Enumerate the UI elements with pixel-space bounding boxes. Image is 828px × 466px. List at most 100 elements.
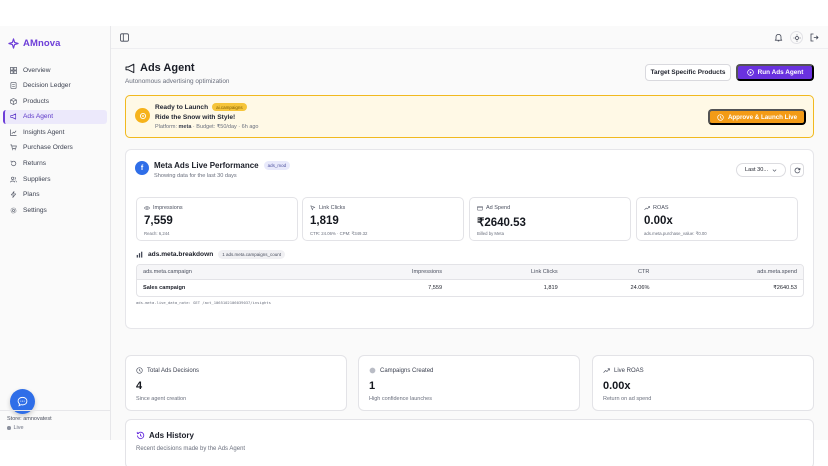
brand-logo-icon [7,37,19,49]
stat-value: 1 [369,380,376,392]
table-row[interactable]: Sales campaign 7,559 1,819 24.06% ₹2640.… [137,280,803,296]
ledger-icon [10,82,17,90]
topbar [111,26,828,49]
metric-label-text: Ad Spend [486,205,511,211]
sidebar-item-ads-agent[interactable]: Ads Agent [3,109,107,124]
metric-label: Impressions [144,205,183,211]
breakdown-count-badge: 1 ads.meta.campaigns_count [218,250,286,259]
store-label: Store: amnovatest [7,416,52,422]
table-cell: 1,819 [543,285,558,291]
sidebar-item-overview[interactable]: Overview [3,63,107,77]
target-products-button[interactable]: Target Specific Products [645,64,731,81]
sidebar-item-label: Plans [23,191,40,199]
theme-toggle-icon[interactable] [790,31,803,44]
sidebar-item-purchase-orders[interactable]: Purchase Orders [3,141,107,155]
sidebar-item-decision-ledger[interactable]: Decision Ledger [3,79,107,93]
launch-banner: Ready to Launch ai.campaigns Ride the Sn… [125,95,814,138]
stat-value: 4 [136,380,143,392]
metric-label-text: ROAS [653,205,669,211]
sidebar-item-label: Insights Agent [23,128,65,136]
sidebar-item-label: Suppliers [23,175,51,183]
breakdown-title: ads.meta.breakdown [148,251,214,258]
chat-icon [17,396,28,407]
stat-live-roas: Live ROAS 0.00x Return on ad spend [592,355,814,411]
users-icon [10,176,17,183]
campaign-table: ads.meta.campaign Impressions Link Click… [136,264,804,297]
table-cell: ₹2640.53 [773,285,797,291]
sidebar-item-products[interactable]: Products [3,94,107,108]
refresh-icon [794,167,800,173]
metric-subtext: Reach: 6,244 [144,231,170,236]
metric-label: ROAS [644,205,669,211]
performance-title: Meta Ads Live Performance [154,161,259,170]
bolt-icon [10,191,17,199]
metric-value: 7,559 [144,215,173,227]
launch-headline: Ride the Snow with Style! [155,114,236,121]
sidebar-item-suppliers[interactable]: Suppliers [3,172,107,186]
sidebar-item-label: Returns [23,160,47,168]
breakdown-header: ads.meta.breakdown 1 ads.meta.campaigns_… [136,250,286,259]
sidebar-item-label: Products [23,97,50,105]
metric-value: 0.00x [644,215,673,227]
bar-chart-icon [136,251,143,258]
eye-icon [144,206,150,210]
live-data-note: ads.meta.live_data_note: GET /act_106510… [136,300,271,305]
platform-value: meta [178,124,192,130]
metric-subtext: ads.meta.purchase_value: ₹0.00 [644,231,707,236]
column-header[interactable]: Link Clicks [442,269,558,275]
metric-subtext: Billed by Meta [477,231,504,236]
sidebar-item-label: Purchase Orders [23,144,73,152]
status-text: Live [13,425,24,431]
approve-launch-label: Approve & Launch Live [727,113,798,121]
stat-label-text: Total Ads Decisions [147,367,200,374]
metric-label-text: Link Clicks [319,205,346,211]
stat-total-decisions: Total Ads Decisions 4 Since agent creati… [125,355,347,411]
history-subtitle: Recent decisions made by the Ads Agent [136,446,246,452]
sidebar-item-plans[interactable]: Plans [3,188,107,202]
column-header[interactable]: Impressions [342,269,442,275]
page-header: Ads Agent [125,62,195,74]
megaphone-icon [125,63,135,73]
sidebar-item-returns[interactable]: Returns [3,157,107,171]
ads-history-card: Ads History Recent decisions made by the… [125,419,814,466]
column-header[interactable]: ads.meta.spend [649,269,797,275]
sidebar-item-label: Overview [23,66,51,74]
app-frame: AMnova Overview Decision Ledger Products… [0,26,828,466]
stat-label-text: Campaigns Created [380,367,434,374]
period-select[interactable]: Last 30... [736,163,786,177]
return-icon [10,160,17,167]
sidebar: AMnova Overview Decision Ledger Products… [0,26,111,440]
stat-subtext: Return on ad spend [603,396,652,402]
cart-icon [10,145,17,151]
brand[interactable]: AMnova [7,37,61,49]
performance-subtitle: Showing data for the last 30 days [154,173,237,179]
sidebar-item-insights-agent[interactable]: Insights Agent [3,125,107,139]
brand-name: AMnova [23,37,61,49]
bell-icon[interactable] [772,31,785,44]
metric-label: Ad Spend [477,205,510,211]
table-cell: Sales campaign [143,285,186,291]
sidebar-toggle-icon[interactable] [120,33,129,44]
stat-label: Campaigns Created [369,367,433,374]
metric-label-text: Impressions [153,205,183,211]
grid-icon [10,66,17,74]
table-header-row: ads.meta.campaign Impressions Link Click… [137,265,803,280]
sidebar-item-settings[interactable]: Settings [3,203,107,217]
run-ads-agent-button[interactable]: Run Ads Agent [736,64,814,81]
store-status: Live [7,425,104,431]
stat-label: Total Ads Decisions [136,367,199,374]
approve-launch-button[interactable]: Approve & Launch Live [708,109,806,125]
column-header[interactable]: CTR [558,269,650,275]
refresh-button[interactable] [790,163,804,177]
metric-value: ₹2640.53 [477,217,526,229]
sidebar-item-label: Settings [23,206,47,214]
rocket-icon [717,113,724,121]
trend-icon [644,206,650,211]
metric-ad-spend: Ad Spend ₹2640.53 Billed by Meta [469,197,631,241]
main-content: Ads Agent Autonomous advertising optimiz… [111,49,828,466]
trend-icon [603,368,610,373]
chart-icon [10,129,17,136]
history-title-row: Ads History [136,431,194,440]
column-header[interactable]: ads.meta.campaign [143,269,342,275]
logout-icon[interactable] [808,31,821,44]
